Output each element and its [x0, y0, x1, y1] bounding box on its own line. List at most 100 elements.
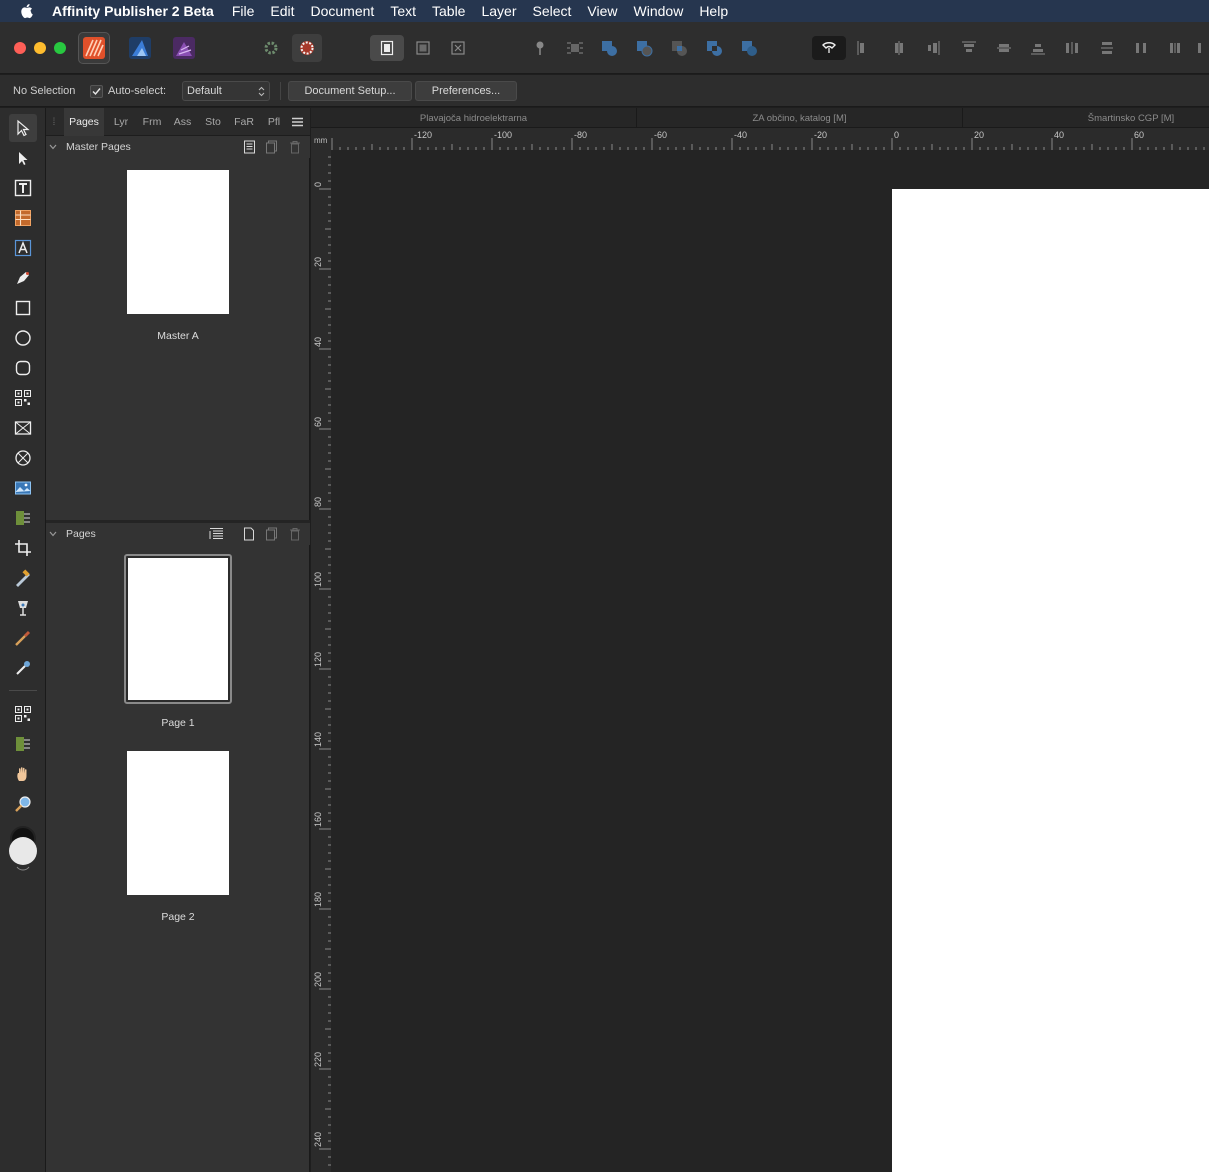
auto-select-dropdown[interactable]: Default — [182, 81, 270, 101]
transparency-tool[interactable] — [9, 564, 37, 592]
document-canvas[interactable] — [331, 150, 1209, 1172]
crop-tool[interactable] — [9, 534, 37, 562]
rectangle-tool[interactable] — [9, 294, 37, 322]
align-top-button[interactable] — [956, 35, 982, 61]
boolean-subtract-button[interactable] — [631, 35, 657, 61]
image-crop-tool[interactable] — [9, 504, 37, 532]
tab-layers[interactable]: Lyr — [108, 108, 134, 136]
picture-frame-tool[interactable] — [9, 414, 37, 442]
pin-button[interactable] — [527, 35, 553, 61]
settings-gear-button[interactable] — [258, 35, 284, 61]
master-pages-header[interactable]: Master Pages — [46, 136, 310, 158]
page-1-selection[interactable] — [124, 554, 232, 704]
view-mode-bleed-button[interactable] — [410, 35, 436, 61]
menu-layer[interactable]: Layer — [481, 3, 516, 19]
doc-tab-smartinsko[interactable]: Šmartinsko CGP [M] — [963, 108, 1209, 128]
color-swatches[interactable] — [7, 826, 39, 874]
space-horizontal-button[interactable] — [1128, 35, 1154, 61]
minimize-window-button[interactable] — [34, 42, 46, 54]
tab-find-replace[interactable]: FaR — [230, 108, 258, 136]
duplicate-master-icon[interactable] — [265, 140, 278, 154]
view-tool[interactable] — [9, 760, 37, 788]
document-page[interactable] — [892, 189, 1209, 1172]
zoom-tool[interactable] — [9, 790, 37, 818]
panel-grip-icon[interactable]: ⁞ — [46, 108, 62, 136]
boolean-xor-button[interactable] — [701, 35, 727, 61]
duplicate-page-icon[interactable] — [265, 527, 278, 541]
tab-assets[interactable]: Ass — [169, 108, 196, 136]
panel-menu-button[interactable] — [288, 108, 306, 136]
designer-persona-button[interactable] — [124, 32, 156, 64]
master-options-icon[interactable] — [243, 140, 256, 154]
tab-pages[interactable]: Pages — [64, 108, 104, 136]
qr-code-tool[interactable] — [9, 384, 37, 412]
add-page-icon[interactable] — [243, 527, 255, 541]
chevron-down-icon[interactable] — [49, 144, 57, 150]
menu-edit[interactable]: Edit — [270, 3, 294, 19]
view-mode-hidden-button[interactable] — [445, 35, 471, 61]
boolean-intersect-button[interactable] — [666, 35, 692, 61]
publisher-persona-button[interactable] — [78, 32, 110, 64]
document-setup-button[interactable]: Document Setup... — [288, 81, 412, 101]
align-right-button[interactable] — [920, 35, 946, 61]
qr-code-tool-secondary[interactable] — [9, 700, 37, 728]
ellipse-tool[interactable] — [9, 324, 37, 352]
eyedropper-tool[interactable] — [9, 654, 37, 682]
publisher-settings-button[interactable] — [292, 34, 322, 62]
artistic-text-tool[interactable] — [9, 234, 37, 262]
align-left-button[interactable] — [851, 35, 877, 61]
apple-icon[interactable] — [0, 3, 52, 19]
menu-document[interactable]: Document — [311, 3, 375, 19]
app-name-menu[interactable]: Affinity Publisher 2 Beta — [52, 3, 214, 19]
menu-text[interactable]: Text — [390, 3, 416, 19]
text-wrap-button[interactable] — [562, 35, 588, 61]
tab-frames[interactable]: Frm — [138, 108, 166, 136]
place-image-tool[interactable] — [9, 474, 37, 502]
menu-table[interactable]: Table — [432, 3, 465, 19]
fill-tool[interactable] — [9, 594, 37, 622]
swap-colors-icon[interactable] — [15, 866, 31, 872]
vertical-ruler[interactable]: 0 20 40 60 80 100 120 140 160 180 200 220 240 — [311, 150, 331, 1172]
boolean-add-button[interactable] — [596, 35, 622, 61]
distribute-vertical-button[interactable] — [1094, 35, 1120, 61]
view-mode-normal-button[interactable] — [370, 35, 404, 61]
preferences-button[interactable]: Preferences... — [415, 81, 517, 101]
zoom-window-button[interactable] — [54, 42, 66, 54]
node-tool[interactable] — [9, 144, 37, 172]
menu-file[interactable]: File — [232, 3, 255, 19]
doc-tab-plavajoca[interactable]: Plavajoča hidroelektrarna — [311, 108, 637, 128]
page-2-thumbnail[interactable] — [127, 751, 229, 895]
pen-tool[interactable] — [9, 264, 37, 292]
rounded-rectangle-tool[interactable] — [9, 354, 37, 382]
horizontal-ruler[interactable]: -120-100-80-60-40-2002040608 — [311, 128, 1209, 150]
menu-view[interactable]: View — [587, 3, 617, 19]
menu-select[interactable]: Select — [533, 3, 572, 19]
align-middle-button[interactable] — [991, 35, 1017, 61]
ellipse-frame-tool[interactable] — [9, 444, 37, 472]
photo-persona-button[interactable] — [168, 32, 200, 64]
auto-select-checkbox[interactable] — [90, 84, 103, 98]
master-a-thumbnail[interactable] — [127, 170, 229, 314]
table-tool[interactable] — [9, 204, 37, 232]
vector-crop-tool[interactable] — [9, 730, 37, 758]
tab-preflight[interactable]: Pfl — [261, 108, 287, 136]
delete-master-icon[interactable] — [289, 140, 301, 154]
align-bottom-button[interactable] — [1025, 35, 1051, 61]
space-vertical-button[interactable] — [1162, 35, 1188, 61]
more-toolbar-button[interactable] — [1193, 35, 1209, 61]
menu-help[interactable]: Help — [699, 3, 728, 19]
auto-select-toggle[interactable]: Auto-select: — [90, 75, 166, 107]
close-window-button[interactable] — [14, 42, 26, 54]
move-tool[interactable] — [9, 114, 37, 142]
chevron-down-icon[interactable] — [49, 531, 57, 537]
page-options-icon[interactable] — [209, 527, 224, 541]
page-1-thumbnail[interactable] — [128, 558, 228, 700]
delete-page-icon[interactable] — [289, 527, 301, 541]
tab-stock[interactable]: Sto — [200, 108, 226, 136]
distribute-horizontal-button[interactable] — [1059, 35, 1085, 61]
doc-tab-za-obcino[interactable]: ZA občino, katalog [M] — [637, 108, 963, 128]
menu-window[interactable]: Window — [634, 3, 684, 19]
pages-header[interactable]: Pages — [46, 523, 310, 545]
boolean-divide-button[interactable] — [736, 35, 762, 61]
frame-text-tool[interactable] — [9, 174, 37, 202]
